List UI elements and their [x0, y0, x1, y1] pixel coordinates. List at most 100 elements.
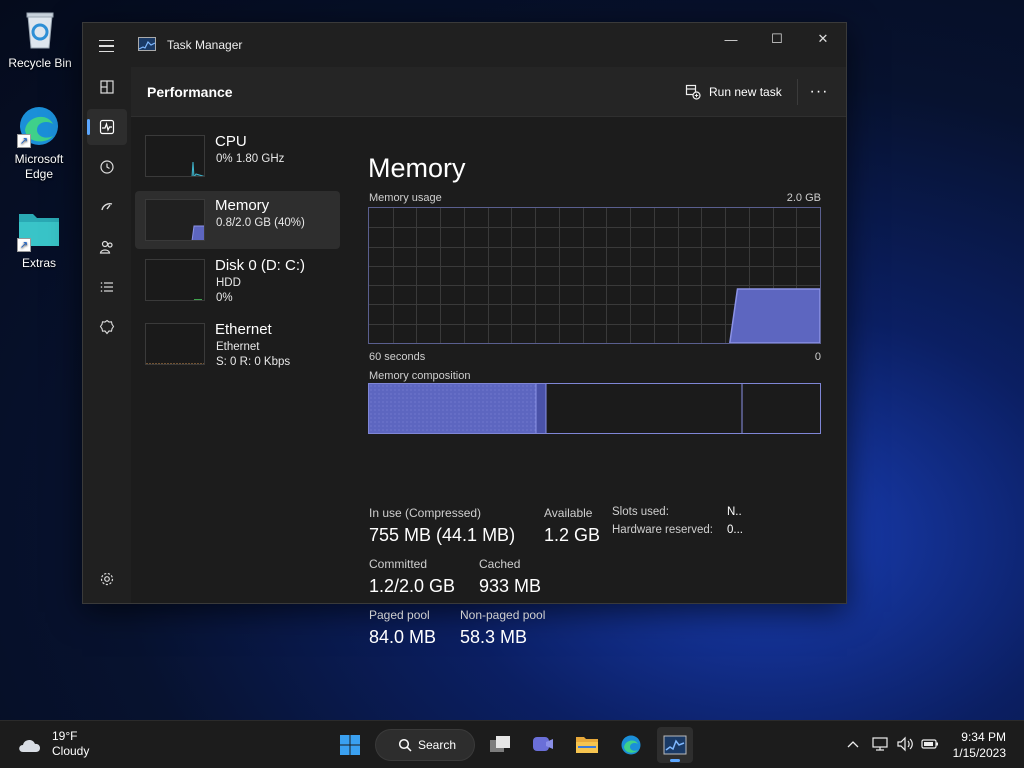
clock-date: 1/15/2023: [952, 746, 1006, 760]
nav-users[interactable]: [87, 229, 127, 265]
perf-item-memory[interactable]: Memory 0.8/2.0 GB (40%): [135, 191, 340, 249]
clock-time: 9:34 PM: [961, 730, 1006, 744]
cached-label: Cached: [479, 557, 521, 571]
in-use-value: 755 MB (44.1 MB): [369, 525, 516, 545]
run-task-icon: [685, 84, 701, 100]
perf-item-detail: HDD: [216, 277, 241, 289]
title-bar[interactable]: Task Manager — ☐ ✕: [83, 23, 846, 67]
nav-processes[interactable]: [87, 69, 127, 105]
graph-axis-right: 0: [814, 351, 821, 363]
nav-startup-apps[interactable]: [87, 189, 127, 225]
weather-widget[interactable]: 19°F Cloudy: [16, 729, 89, 759]
windows-logo-icon: [340, 735, 360, 755]
performance-icon: [99, 119, 115, 135]
perf-item-ethernet[interactable]: Ethernet Ethernet S: 0 R: 0 Kbps: [135, 315, 340, 373]
weather-desc: Cloudy: [52, 744, 90, 758]
maximize-button[interactable]: ☐: [754, 23, 800, 55]
available-label: Available: [544, 506, 593, 520]
minimize-button[interactable]: —: [708, 23, 754, 55]
cpu-thumbnail: [145, 135, 205, 177]
task-view-button[interactable]: [482, 727, 518, 763]
desktop-icon-edge[interactable]: ↗ Microsoft Edge: [0, 104, 79, 182]
memory-usage-area: [729, 288, 820, 343]
gear-icon: [100, 572, 114, 586]
comp-in-use: [369, 384, 536, 433]
page-header: Performance Run new task ···: [131, 67, 846, 117]
hardware-reserved-label: Hardware reserved:: [612, 524, 713, 536]
perf-item-disk[interactable]: Disk 0 (D: C:) HDD 0%: [135, 251, 340, 309]
paged-pool-label: Paged pool: [369, 608, 430, 622]
task-manager-window: Task Manager — ☐ ✕ Performance Run new t…: [82, 22, 847, 647]
show-hidden-icons-button[interactable]: [842, 733, 864, 755]
more-options-button[interactable]: ···: [803, 80, 835, 104]
folder-icon: ↗: [17, 208, 61, 252]
start-button[interactable]: [332, 727, 368, 763]
run-new-task-button[interactable]: Run new task: [685, 80, 782, 104]
desktop-icon-label: Microsoft Edge: [14, 152, 64, 181]
volume-icon: [897, 736, 913, 752]
comp-modified: [536, 384, 546, 433]
file-explorer-button[interactable]: [569, 727, 605, 763]
graph-axis-left: 60 seconds: [369, 351, 426, 363]
nav-performance[interactable]: [87, 109, 127, 145]
memory-composition-label: Memory composition: [369, 370, 471, 382]
committed-value: 1.2/2.0 GB: [369, 576, 456, 596]
memory-usage-max: 2.0 GB: [786, 192, 821, 204]
page-title: Performance: [147, 84, 233, 100]
perf-item-cpu[interactable]: CPU 0% 1.80 GHz: [135, 127, 340, 185]
search-icon: [398, 738, 412, 752]
in-use-label: In use (Compressed): [369, 506, 482, 520]
non-paged-pool-value: 58.3 MB: [460, 627, 528, 647]
run-new-task-label: Run new task: [709, 85, 782, 99]
battery-tray-icon[interactable]: [919, 733, 941, 755]
slots-used-label: Slots used:: [612, 506, 669, 518]
nav-app-history[interactable]: [87, 149, 127, 185]
detail-title: Memory: [368, 153, 466, 183]
perf-item-name: Ethernet: [215, 321, 272, 338]
memory-thumbnail: [145, 199, 205, 241]
taskbar-search[interactable]: Search: [375, 729, 475, 761]
perf-item-detail: Ethernet: [216, 341, 260, 353]
volume-tray-icon[interactable]: [894, 733, 916, 755]
nav-settings[interactable]: [87, 561, 127, 597]
chat-button[interactable]: [525, 727, 561, 763]
edge-taskbar-button[interactable]: [613, 727, 649, 763]
folder-icon: [576, 737, 598, 753]
desktop-icon-recycle-bin[interactable]: Recycle Bin: [0, 8, 80, 70]
network-icon: [872, 737, 888, 751]
close-button[interactable]: ✕: [800, 23, 846, 55]
content-area: Performance Run new task ··· CPU 0% 1.80…: [131, 67, 846, 647]
desktop-icon-extras[interactable]: ↗ Extras: [0, 208, 79, 270]
weather-temp: 19°F: [52, 729, 78, 743]
non-paged-pool-label: Non-paged pool: [460, 608, 546, 622]
history-icon: [100, 160, 114, 174]
nav-details[interactable]: [87, 269, 127, 305]
desktop-icon-label: Recycle Bin: [8, 56, 72, 70]
available-value: 1.2 GB: [544, 525, 601, 545]
network-tray-icon[interactable]: [869, 733, 891, 755]
perf-item-name: Disk 0 (D: C:): [215, 257, 305, 274]
nav-sidebar: [83, 67, 131, 603]
recycle-bin-icon: [18, 8, 62, 52]
battery-icon: [921, 739, 938, 749]
cached-value: 933 MB: [479, 576, 542, 596]
memory-usage-label: Memory usage: [369, 192, 442, 204]
ethernet-thumbnail: [145, 323, 205, 365]
taskbar: 19°F Cloudy Search 9:34 PM 1/15/2023: [0, 720, 1024, 768]
task-manager-taskbar-button[interactable]: [657, 727, 693, 763]
memory-composition-bar: [368, 383, 821, 434]
services-icon: [99, 319, 115, 335]
perf-item-detail: 0.8/2.0 GB (40%): [216, 217, 305, 229]
hamburger-menu-icon[interactable]: [95, 35, 117, 57]
perf-item-detail-2: S: 0 R: 0 Kbps: [216, 356, 291, 368]
perf-item-name: CPU: [215, 133, 247, 150]
taskbar-clock[interactable]: 9:34 PM 1/15/2023: [953, 729, 1006, 761]
edge-icon: ↗: [17, 104, 61, 148]
nav-services[interactable]: [87, 309, 127, 345]
committed-label: Committed: [369, 557, 428, 571]
memory-usage-graph: [368, 207, 821, 344]
task-manager-app-icon: [138, 37, 156, 51]
header-divider: [797, 79, 798, 105]
task-view-icon: [490, 736, 510, 752]
disk-thumbnail: [145, 259, 205, 301]
